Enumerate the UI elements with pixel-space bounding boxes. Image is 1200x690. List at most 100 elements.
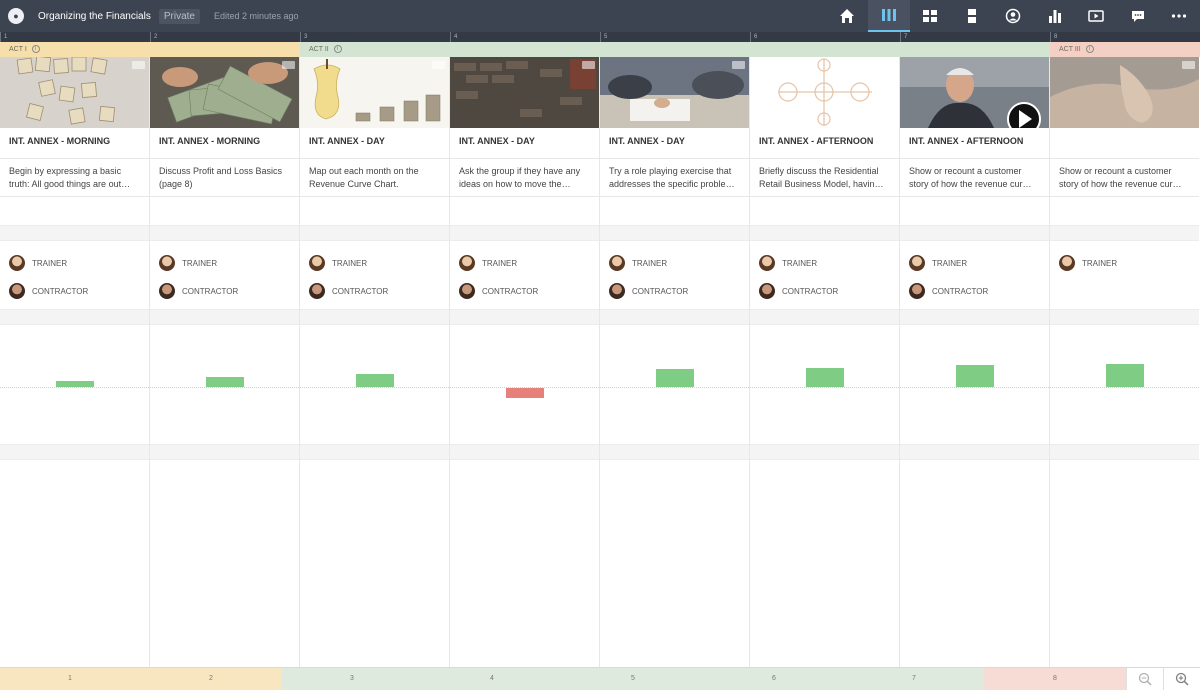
tone-bar[interactable]: [806, 368, 844, 387]
scene-column-2[interactable]: INT. ANNEX - MORNING Discuss Profit and …: [150, 57, 300, 667]
brick-wall-image[interactable]: [450, 57, 599, 128]
scrabble-tiles-image[interactable]: [0, 57, 149, 128]
character-chip[interactable]: CONTRACTOR: [909, 282, 988, 300]
scene-heading[interactable]: INT. ANNEX - AFTERNOON: [750, 128, 899, 159]
scene-heading[interactable]: INT. ANNEX - DAY: [300, 128, 449, 159]
empty-row[interactable]: [900, 197, 1049, 226]
characters-icon[interactable]: [993, 0, 1035, 32]
character-chip[interactable]: CONTRACTOR: [9, 282, 88, 300]
project-title[interactable]: Organizing the Financials: [38, 11, 151, 22]
scene-description[interactable]: Discuss Profit and Loss Basics (page 8): [150, 159, 299, 197]
tone-chart-cell[interactable]: [600, 325, 749, 445]
tone-chart-cell[interactable]: [1050, 325, 1199, 445]
scene-column-5[interactable]: INT. ANNEX - DAY Try a role playing exer…: [600, 57, 750, 667]
scene-heading[interactable]: INT. ANNEX - DAY: [600, 128, 749, 159]
characters-cell[interactable]: TRAINER: [1050, 241, 1199, 310]
zoom-out-icon[interactable]: [1126, 668, 1163, 690]
scene-column-6[interactable]: INT. ANNEX - AFTERNOON Briefly discuss t…: [750, 57, 900, 667]
scene-column-8[interactable]: Show or recount a customer story of how …: [1050, 57, 1200, 667]
columns-view-icon[interactable]: [868, 0, 910, 32]
tone-bar[interactable]: [56, 381, 94, 387]
scene-heading[interactable]: INT. ANNEX - MORNING: [0, 128, 149, 159]
scene-description[interactable]: Show or recount a customer story of how …: [900, 159, 1049, 197]
privacy-badge[interactable]: Private: [159, 9, 200, 24]
tone-bar[interactable]: [656, 369, 694, 387]
empty-row[interactable]: [450, 197, 599, 226]
info-icon[interactable]: i: [1086, 45, 1094, 53]
characters-cell[interactable]: TRAINER CONTRACTOR: [0, 241, 149, 310]
characters-cell[interactable]: TRAINER CONTRACTOR: [300, 241, 449, 310]
scene-heading[interactable]: INT. ANNEX - AFTERNOON: [900, 128, 1049, 159]
nav-number[interactable]: 1: [0, 668, 140, 690]
act-3[interactable]: ACT IIIi: [1050, 42, 1200, 57]
character-chip[interactable]: CONTRACTOR: [459, 282, 538, 300]
empty-row[interactable]: [750, 197, 899, 226]
zoom-in-icon[interactable]: [1163, 668, 1200, 690]
media-icon[interactable]: [1076, 0, 1118, 32]
rows-view-icon[interactable]: [951, 0, 993, 32]
character-chip[interactable]: TRAINER: [1059, 254, 1117, 272]
tone-chart-cell[interactable]: [300, 325, 449, 445]
info-icon[interactable]: i: [32, 45, 40, 53]
character-chip[interactable]: TRAINER: [159, 254, 217, 272]
character-chip[interactable]: TRAINER: [609, 254, 667, 272]
scene-column-3[interactable]: INT. ANNEX - DAY Map out each month on t…: [300, 57, 450, 667]
nav-number[interactable]: 7: [844, 668, 984, 690]
feet-image[interactable]: [1050, 57, 1199, 128]
empty-row[interactable]: [300, 197, 449, 226]
character-chip[interactable]: CONTRACTOR: [309, 282, 388, 300]
character-chip[interactable]: CONTRACTOR: [759, 282, 838, 300]
more-icon[interactable]: [1159, 0, 1200, 32]
character-chip[interactable]: TRAINER: [309, 254, 367, 272]
tone-bar[interactable]: [356, 374, 394, 387]
tone-chart-cell[interactable]: [450, 325, 599, 445]
character-chip[interactable]: TRAINER: [909, 254, 967, 272]
scene-description[interactable]: Briefly discuss the Residential Retail B…: [750, 159, 899, 197]
act-2[interactable]: ACT IIi: [300, 42, 1050, 57]
nav-number[interactable]: 8: [985, 668, 1125, 690]
empty-row[interactable]: [600, 197, 749, 226]
apple-coins-image[interactable]: [300, 57, 449, 128]
characters-cell[interactable]: TRAINER CONTRACTOR: [600, 241, 749, 310]
scene-description[interactable]: Begin by expressing a basic truth: All g…: [0, 159, 149, 197]
scene-column-4[interactable]: INT. ANNEX - DAY Ask the group if they h…: [450, 57, 600, 667]
scene-column-1[interactable]: INT. ANNEX - MORNING Begin by expressing…: [0, 57, 150, 667]
character-chip[interactable]: CONTRACTOR: [609, 282, 688, 300]
character-chip[interactable]: TRAINER: [9, 254, 67, 272]
scene-description[interactable]: Ask the group if they have any ideas on …: [450, 159, 599, 197]
tone-bar[interactable]: [956, 365, 994, 387]
tone-bar[interactable]: [1106, 364, 1144, 387]
tone-chart-cell[interactable]: [750, 325, 899, 445]
scene-description[interactable]: Try a role playing exercise that address…: [600, 159, 749, 197]
empty-row[interactable]: [1050, 197, 1199, 226]
tone-chart-cell[interactable]: [0, 325, 149, 445]
character-chip[interactable]: CONTRACTOR: [159, 282, 238, 300]
nav-number[interactable]: 4: [422, 668, 562, 690]
character-chip[interactable]: TRAINER: [459, 254, 517, 272]
scene-heading[interactable]: INT. ANNEX - MORNING: [150, 128, 299, 159]
characters-cell[interactable]: TRAINER CONTRACTOR: [450, 241, 599, 310]
scene-heading[interactable]: INT. ANNEX - DAY: [450, 128, 599, 159]
tone-chart-cell[interactable]: [150, 325, 299, 445]
interview-man-video[interactable]: [900, 57, 1049, 128]
characters-cell[interactable]: TRAINER CONTRACTOR: [150, 241, 299, 310]
nav-number[interactable]: 6: [704, 668, 844, 690]
info-icon[interactable]: i: [334, 45, 342, 53]
scene-column-7[interactable]: INT. ANNEX - AFTERNOON Show or recount a…: [900, 57, 1050, 667]
tone-chart-cell[interactable]: [900, 325, 1049, 445]
scene-description[interactable]: Map out each month on the Revenue Curve …: [300, 159, 449, 197]
empty-row[interactable]: [150, 197, 299, 226]
nav-number[interactable]: 2: [141, 668, 281, 690]
characters-cell[interactable]: TRAINER CONTRACTOR: [900, 241, 1049, 310]
meeting-hands-image[interactable]: [600, 57, 749, 128]
characters-cell[interactable]: TRAINER CONTRACTOR: [750, 241, 899, 310]
tone-bar[interactable]: [506, 388, 544, 398]
money-hands-image[interactable]: [150, 57, 299, 128]
diagram-sketch-image[interactable]: [750, 57, 899, 128]
grid-view-icon[interactable]: [910, 0, 952, 32]
scene-description[interactable]: Show or recount a customer story of how …: [1050, 159, 1199, 197]
nav-number[interactable]: 3: [282, 668, 422, 690]
character-chip[interactable]: TRAINER: [759, 254, 817, 272]
app-logo-icon[interactable]: ●: [8, 8, 24, 24]
tone-bar[interactable]: [206, 377, 244, 387]
